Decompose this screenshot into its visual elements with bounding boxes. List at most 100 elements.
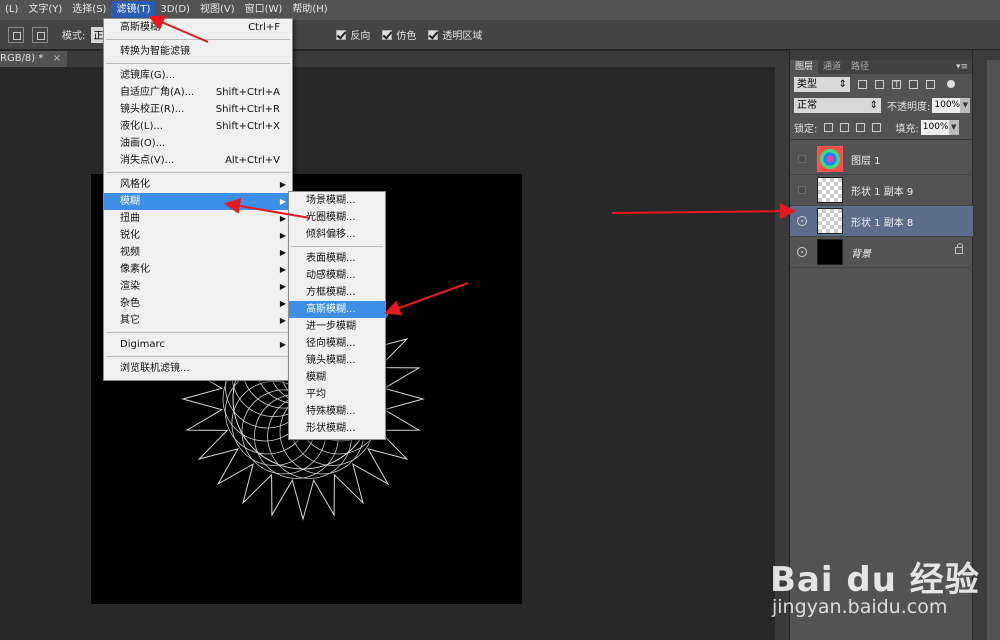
submenu-distort[interactable]: 扭曲 ▶ (104, 210, 292, 227)
tab-paths[interactable]: 路径 (846, 60, 874, 74)
shape-filter-icon[interactable] (909, 79, 918, 89)
tool-mode-icon[interactable] (32, 26, 48, 43)
chevron-right-icon: ▶ (279, 340, 286, 349)
type-filter-icon[interactable]: T (892, 79, 901, 89)
layer-row[interactable]: 形状 1 副本 9 (790, 175, 973, 206)
lock-position-icon[interactable] (856, 123, 866, 132)
submenu-digimarc[interactable]: Digimarc ▶ (104, 336, 292, 353)
filter-toggle-icon[interactable] (947, 80, 955, 88)
close-icon[interactable]: × (53, 53, 61, 64)
submenu-render[interactable]: 渲染 ▶ (104, 278, 292, 295)
menu-item-label: 视频 (120, 247, 140, 258)
iris-blur-item[interactable]: 光圈模糊... (289, 209, 385, 226)
smart-blur-item[interactable]: 特殊模糊... (289, 403, 385, 420)
menu-item-label: 液化(L)... (120, 121, 163, 132)
submenu-sharpen[interactable]: 锐化 ▶ (104, 227, 292, 244)
submenu-pixelate[interactable]: 像素化 ▶ (104, 261, 292, 278)
vanishing-point-item[interactable]: 消失点(V)... Alt+Ctrl+V (104, 152, 292, 169)
lock-image-icon[interactable] (840, 123, 850, 132)
tab-channels[interactable]: 通道 (818, 60, 846, 74)
filter-gallery-item[interactable]: 滤镜库(G)... (104, 67, 292, 84)
chevron-down-icon[interactable]: ▼ (948, 120, 959, 135)
adjustment-filter-icon[interactable] (875, 79, 884, 89)
dither-option[interactable]: 仿色 (382, 27, 416, 42)
oil-paint-item[interactable]: 油画(O)... (104, 135, 292, 152)
menu-view[interactable]: 视图(V) (195, 1, 240, 19)
layer-row[interactable]: 图层 1 (790, 144, 973, 175)
liquify-item[interactable]: 液化(L)... Shift+Ctrl+X (104, 118, 292, 135)
eye-icon[interactable] (797, 216, 807, 226)
menu-item-label: 消失点(V)... (120, 155, 175, 166)
visibility-off-icon[interactable] (798, 155, 806, 163)
layer-row-selected[interactable]: 形状 1 副本 8 (790, 206, 973, 237)
shape-blur-item[interactable]: 形状模糊... (289, 420, 385, 437)
baidu-jingyan-watermark: Bai du 经验 jingyan.baidu.com (770, 530, 990, 630)
tilt-shift-item[interactable]: 倾斜偏移... (289, 226, 385, 243)
lens-correction-item[interactable]: 镜头校正(R)... Shift+Ctrl+R (104, 101, 292, 118)
menu-type[interactable]: 文字(Y) (23, 1, 67, 19)
lock-all-icon[interactable] (872, 123, 882, 132)
eye-icon[interactable] (797, 247, 807, 257)
layer-name: 形状 1 副本 9 (851, 186, 914, 198)
watermark-url: jingyan.baidu.com (772, 596, 948, 618)
transparency-checkbox[interactable] (428, 29, 439, 40)
submenu-noise[interactable]: 杂色 ▶ (104, 295, 292, 312)
blend-mode-value: 正常 (797, 99, 817, 111)
pixel-filter-icon[interactable] (858, 79, 867, 89)
submenu-video[interactable]: 视频 ▶ (104, 244, 292, 261)
menu-item-label: 像素化 (120, 264, 150, 275)
menu-item-label: 滤镜库(G)... (120, 70, 176, 81)
last-filter-item[interactable]: 高斯模糊 Ctrl+F (104, 19, 292, 36)
radial-blur-item[interactable]: 径向模糊... (289, 335, 385, 352)
reverse-option[interactable]: 反向 (336, 27, 370, 42)
menu-3d[interactable]: 3D(D) (155, 1, 195, 19)
transparency-option[interactable]: 透明区域 (428, 27, 482, 42)
menu-window[interactable]: 窗口(W) (240, 1, 288, 19)
motion-blur-item[interactable]: 动感模糊... (289, 267, 385, 284)
lock-row: 锁定: 填充: 100% ▼ (790, 116, 972, 140)
browse-online-filters-item[interactable]: 浏览联机滤镜... (104, 360, 292, 377)
menu-select[interactable]: 选择(S) (67, 1, 111, 19)
layer-list: 图层 1 形状 1 副本 9 形状 1 副本 8 背景 (790, 144, 973, 268)
blur-more-item[interactable]: 进一步模糊 (289, 318, 385, 335)
layer-name: 形状 1 副本 8 (851, 217, 914, 229)
blur-item[interactable]: 模糊 (289, 369, 385, 386)
reverse-checkbox[interactable] (336, 29, 347, 40)
shortcut-label: Shift+Ctrl+R (215, 104, 280, 115)
panel-menu-icon[interactable]: ▾≡ (956, 60, 968, 74)
surface-blur-item[interactable]: 表面模糊... (289, 250, 385, 267)
convert-smart-filter-item[interactable]: 转换为智能滤镜 (104, 43, 292, 60)
lock-transparent-icon[interactable] (824, 123, 834, 132)
dither-checkbox[interactable] (382, 29, 393, 40)
adaptive-wide-angle-item[interactable]: 自适应广角(A)... Shift+Ctrl+A (104, 84, 292, 101)
box-blur-item[interactable]: 方框模糊... (289, 284, 385, 301)
submenu-blur[interactable]: 模糊 ▶ (104, 193, 292, 210)
opacity-field[interactable]: 100% (932, 97, 961, 113)
submenu-stylize[interactable]: 风格化 ▶ (104, 176, 292, 193)
tab-layers[interactable]: 图层 (790, 60, 819, 74)
menu-item-label: 风格化 (120, 179, 150, 190)
gaussian-blur-item[interactable]: 高斯模糊... (289, 301, 385, 318)
black-fill-icon (817, 239, 843, 265)
fill-field[interactable]: 100% (920, 120, 949, 135)
menu-divider (106, 356, 290, 357)
blend-mode-select[interactable]: 正常 ⇕ (794, 97, 881, 113)
panel-grip[interactable] (790, 50, 972, 60)
tool-preset-icon[interactable] (8, 26, 24, 43)
visibility-off-icon[interactable] (798, 186, 806, 194)
menu-filter[interactable]: 滤镜(T) (111, 1, 156, 19)
fill-label: 填充: (895, 124, 919, 135)
menu-help[interactable]: 帮助(H) (287, 1, 332, 19)
layer-row[interactable]: 背景 (790, 237, 973, 268)
menu-edit-partial[interactable]: (L) (0, 1, 23, 19)
submenu-other[interactable]: 其它 ▶ (104, 312, 292, 329)
layer-kind-filter[interactable]: 类型 ⇕ (794, 76, 850, 92)
field-blur-item[interactable]: 场景模糊... (289, 192, 385, 209)
average-item[interactable]: 平均 (289, 386, 385, 403)
lens-blur-item[interactable]: 镜头模糊... (289, 352, 385, 369)
document-tab[interactable]: RGB/8) * × (0, 51, 67, 67)
smart-object-filter-icon[interactable] (926, 79, 935, 89)
menu-item-label: 其它 (120, 315, 140, 326)
chevron-down-icon[interactable]: ▼ (960, 97, 971, 113)
blur-submenu: 场景模糊... 光圈模糊... 倾斜偏移... 表面模糊... 动感模糊... … (288, 191, 386, 440)
